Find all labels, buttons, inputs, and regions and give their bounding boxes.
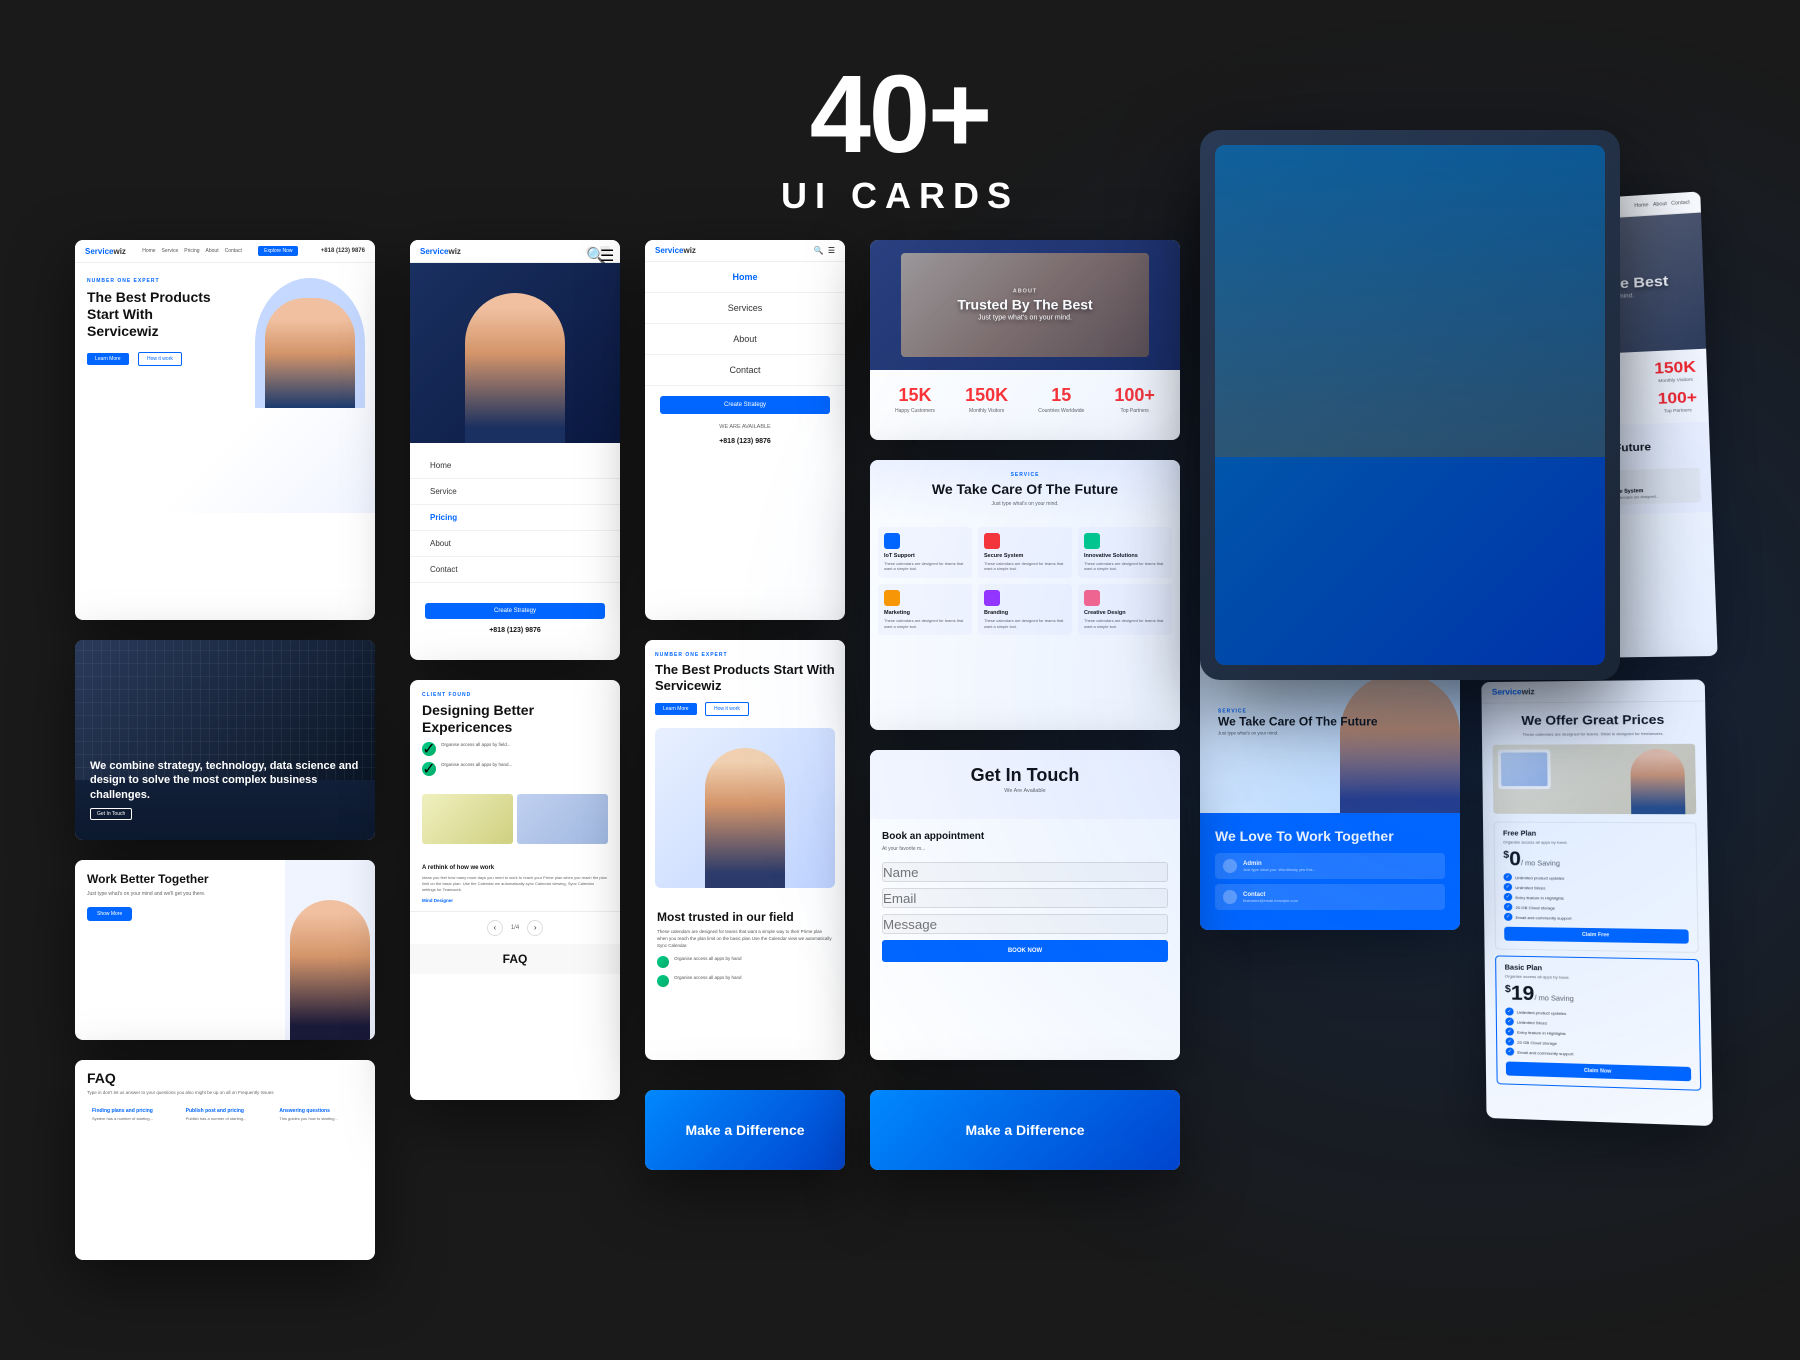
card1-person <box>265 298 355 408</box>
work-person-area <box>285 860 375 1040</box>
rethink-text: Ideas you feel how many more days you ne… <box>422 875 608 893</box>
portfolio-grid <box>410 794 620 856</box>
page-indicator: 1/4 <box>511 925 519 931</box>
dark-card-text: We combine strategy, technology, data sc… <box>90 759 360 820</box>
menu-item-pricing[interactable]: Pricing <box>410 505 620 531</box>
work-better-text-area: Work Better Together Just type what's on… <box>75 860 285 1040</box>
dark-building-card: We combine strategy, technology, data sc… <box>75 640 375 840</box>
next-btn[interactable]: › <box>527 920 543 936</box>
subtitle-display: UI CARDS <box>0 175 1800 217</box>
faq-q3: Answering questions <box>279 1108 358 1114</box>
rethink-section: A rethink of how we work Ideas you feel … <box>410 856 620 911</box>
work-person-figure <box>290 900 370 1040</box>
mt-feat-icon-1 <box>657 956 669 968</box>
prev-btn[interactable]: ‹ <box>487 920 503 936</box>
dark-card-btn[interactable]: Get In Touch <box>90 808 132 820</box>
feature-text-2: Organise access all apps by hand... <box>441 762 512 768</box>
feature-icon-2: ✓ <box>422 762 436 776</box>
portfolio-item-1 <box>422 794 513 844</box>
faq-grid: Finding plans and pricing System has a n… <box>87 1103 363 1127</box>
card1-hero-image <box>255 278 365 408</box>
vertical-menu: Home Service Pricing About Contact <box>410 443 620 593</box>
hero-card: Servicewiz Home Service Pricing About Co… <box>75 240 375 620</box>
work-better-card-left: Work Better Together Just type what's on… <box>75 860 375 1040</box>
card1-btn2[interactable]: How it work <box>138 352 182 366</box>
design-feature-2: ✓ Organise access all apps by hand... <box>422 762 608 776</box>
feature-icon-1: ✓ <box>422 742 436 756</box>
card5-cta[interactable]: Create Strategy <box>425 603 605 619</box>
designing-section: CLIENT FOUND Designing Better Expericenc… <box>410 680 620 794</box>
faq-label: FAQ <box>418 952 612 966</box>
count-display: 40+ <box>0 60 1800 170</box>
feature-text-1: Organise access all apps by field... <box>441 742 511 748</box>
author-tag: Mind Designer <box>422 898 608 903</box>
faq-a3: This guides you how to starting... <box>279 1116 358 1122</box>
work-better-btn[interactable]: Show More <box>87 907 132 921</box>
dark-inner: We combine strategy, technology, data sc… <box>75 640 375 840</box>
designing-title: Designing Better Expericences <box>422 702 608 736</box>
card5-person <box>465 293 565 443</box>
designing-card: CLIENT FOUND Designing Better Expericenc… <box>410 680 620 1100</box>
menu-item-about[interactable]: About <box>410 531 620 557</box>
faq-q1: Finding plans and pricing <box>92 1108 171 1114</box>
work-better-inner: Work Better Together Just type what's on… <box>75 860 375 1040</box>
menu-item-home[interactable]: Home <box>410 453 620 479</box>
portfolio-item-2 <box>517 794 608 844</box>
card5-image-area <box>410 263 620 443</box>
faq-q2: Publish post and pricing <box>186 1108 265 1114</box>
faq-a1: System has a number of starting... <box>92 1116 171 1122</box>
client-tag: CLIENT FOUND <box>422 692 608 698</box>
card1-btn1[interactable]: Learn More <box>87 353 129 365</box>
pagination: ‹ 1/4 › <box>410 911 620 944</box>
vertical-menu-card: Servicewiz 🔍 ☰ Home Service Pricing Abou… <box>410 240 620 660</box>
rethink-title: A rethink of how we work <box>422 864 608 872</box>
card1-title: The Best Products Start With Servicewiz <box>87 289 217 339</box>
card8-btn1[interactable]: Learn More <box>655 703 697 715</box>
header: 40+ UI CARDS <box>0 0 1800 257</box>
work-better-title: Work Better Together <box>87 872 273 886</box>
page-background: 40+ UI CARDS Servicewiz Home Service Pri… <box>0 0 1800 257</box>
faq-bottom: FAQ <box>410 944 620 974</box>
faq-item-1: Finding plans and pricing System has a n… <box>87 1103 176 1127</box>
card1-hero: NUMBER ONE EXPERT The Best Products Star… <box>75 263 375 513</box>
card5-phone: +818 (123) 9876 <box>410 627 620 634</box>
faq-item-3: Answering questions This guides you how … <box>274 1103 363 1127</box>
menu-item-contact[interactable]: Contact <box>410 557 620 583</box>
faq-subtitle: Type in don't let us answer to your ques… <box>87 1090 363 1095</box>
faq-title: FAQ <box>87 1070 363 1086</box>
faq-card: FAQ Type in don't let us answer to your … <box>75 1060 375 1260</box>
design-feature-1: ✓ Organise access all apps by field... <box>422 742 608 756</box>
work-better-text: Just type what's on your mind and we'll … <box>87 891 273 899</box>
faq-section: FAQ Type in don't let us answer to your … <box>75 1060 375 1137</box>
faq-item-2: Publish post and pricing Publish has a n… <box>181 1103 270 1127</box>
faq-a2: Publish has a number of starting... <box>186 1116 265 1122</box>
menu-item-service[interactable]: Service <box>410 479 620 505</box>
mt-feat-icon-2 <box>657 975 669 987</box>
dark-card-title: We combine strategy, technology, data sc… <box>90 759 360 802</box>
